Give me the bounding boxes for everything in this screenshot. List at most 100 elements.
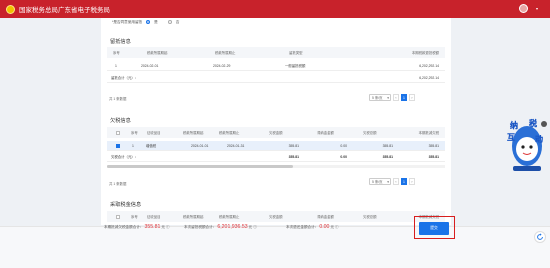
credit-total-label: 留抵合计（元）： — [111, 76, 139, 80]
use-credit-radio-group: *是否同意使用留抵 是 否 — [112, 18, 179, 26]
summary-refund-unit: 元 — [330, 225, 335, 229]
section-arrears-title: 欠税信息 — [110, 118, 131, 124]
user-avatar[interactable] — [518, 4, 528, 13]
arrears-total-label: 欠税合计（元）： — [111, 155, 139, 159]
refresh-icon[interactable] — [534, 231, 546, 243]
tax-table-header: 序号 征收品目 税款所属期起 税款所属期止 欠税金额 滞纳金金额 欠税总额 本期… — [107, 211, 445, 222]
page-size-value: 5 条/页 — [372, 180, 383, 184]
close-icon[interactable] — [541, 121, 547, 127]
cell-start: 2024-01-01 — [191, 143, 209, 148]
chevron-down-icon[interactable]: ▾ — [536, 6, 538, 11]
credit-total-amount: 6,202,292.14 — [419, 75, 439, 80]
page-1-button[interactable]: 1 — [401, 94, 407, 101]
radio-no[interactable] — [167, 20, 172, 24]
prev-page-button[interactable]: ‹ — [393, 178, 399, 185]
arrears-table-header: 序号 征收品目 税款所属期起 税款所属期止 欠税金额 滞纳金金额 欠税总额 本期… — [107, 127, 445, 138]
summary-credit-value: 6,201,936.53 — [217, 224, 248, 230]
info-icon[interactable]: ⓘ — [166, 225, 170, 230]
col-end: 税款所属期止 — [215, 51, 236, 55]
arrears-total-offset: 355.81 — [428, 154, 439, 159]
svg-text:互: 互 — [507, 133, 515, 142]
table-row: 1 2024-02-01 2024-02-29 一般留抵税额 6,202,292… — [107, 61, 445, 71]
credit-count-text: 共 1 条数据 — [109, 97, 127, 101]
cell-amount: 6,202,292.14 — [419, 63, 439, 68]
top-header-bar: 国家税务总局广东省电子税务局 ▾ — [0, 0, 550, 18]
col-offset: 本期抵减欠税 — [418, 131, 439, 135]
arrears-count-text: 共 1 条数据 — [109, 182, 127, 186]
summary-offset-label: 本期抵减欠税金额合计： — [104, 225, 144, 229]
col-late-fee: 滞纳金金额 — [317, 215, 334, 219]
select-all-checkbox[interactable] — [116, 130, 120, 135]
summary-offset: 本期抵减欠税金额合计： 355.81 元 ⓘ — [104, 224, 170, 230]
svg-text:税: 税 — [529, 118, 537, 128]
tax-emblem-logo — [6, 4, 15, 14]
col-start: 税款所属期起 — [147, 51, 168, 55]
scrollbar-thumb[interactable] — [107, 165, 293, 168]
page-1-button[interactable]: 1 — [401, 178, 407, 185]
summary-offset-unit: 元 — [161, 225, 165, 229]
next-page-button[interactable]: › — [409, 178, 415, 185]
info-icon[interactable]: ⓘ — [253, 225, 257, 230]
cell-tax: 355.81 — [288, 143, 299, 148]
page-size-value: 5 条/页 — [372, 96, 383, 100]
arrears-total-total: 355.81 — [382, 154, 393, 159]
cell-index: 1 — [132, 143, 134, 148]
summary-refund-label: 本次退还金额合计： — [286, 225, 319, 229]
svg-text:纳: 纳 — [510, 120, 518, 130]
col-item: 征收品目 — [147, 131, 161, 135]
summary-credit-label: 本次留抵税额合计： — [184, 225, 217, 229]
cell-late-fee: 0.00 — [340, 143, 347, 148]
col-index: 序号 — [131, 215, 138, 219]
col-end: 税款所属期止 — [219, 131, 240, 135]
credit-total-row: 留抵合计（元）： 6,202,292.14 — [107, 73, 445, 83]
table-row[interactable]: 1 增值税 2024-01-01 2024-01-31 355.81 0.00 … — [107, 141, 445, 151]
page-size-select[interactable]: 5 条/页 ▾ — [369, 178, 391, 185]
summary-refund: 本次退还金额合计： 0.00 元 ⓘ — [286, 224, 339, 230]
cell-type: 一般留抵税额 — [285, 64, 306, 68]
row-checkbox[interactable] — [116, 144, 120, 148]
highlight-box — [414, 216, 455, 239]
credit-table-header: 序号 税款所属期起 税款所属期止 留抵类型 本期税款退抵税额 — [107, 47, 445, 58]
summary-credit-unit: 元 — [248, 225, 253, 229]
chevron-down-icon: ▾ — [387, 95, 389, 100]
col-late-fee: 滞纳金金额 — [317, 131, 334, 135]
col-start: 税款所属期起 — [183, 131, 204, 135]
arrears-total-tax: 355.81 — [288, 154, 299, 159]
credit-pagination: 5 条/页 ▾ ‹ 1 › — [369, 94, 415, 101]
cell-end: 2024-01-31 — [227, 143, 245, 148]
col-start: 税款所属期起 — [183, 215, 204, 219]
main-panel: *是否同意使用留抵 是 否 留抵信息 序号 税款所属期起 税款所属期止 留抵类型… — [101, 18, 451, 225]
page-size-select[interactable]: 5 条/页 ▾ — [369, 94, 391, 101]
prev-page-button[interactable]: ‹ — [393, 94, 399, 101]
col-tax: 欠税金额 — [269, 131, 283, 135]
cell-item: 增值税 — [146, 144, 157, 148]
arrears-total-late-fee: 0.00 — [340, 154, 347, 159]
bottom-summary-bar — [0, 226, 550, 268]
radio-no-label[interactable]: 否 — [176, 20, 180, 25]
summary-credit: 本次留抵税额合计： 6,201,936.53 元 ⓘ — [184, 224, 257, 230]
assistant-mascot-icon[interactable]: 纳 税 互 动 — [505, 116, 545, 172]
col-index: 序号 — [113, 51, 120, 55]
svg-text:动: 动 — [535, 134, 543, 144]
col-end: 税款所属期止 — [219, 215, 240, 219]
site-title: 国家税务总局广东省电子税务局 — [19, 7, 110, 14]
next-page-button[interactable]: › — [409, 94, 415, 101]
arrears-pagination: 5 条/页 ▾ ‹ 1 › — [369, 178, 415, 185]
user-area[interactable]: ▾ — [518, 4, 538, 13]
summary-refund-value: 0.00 — [319, 224, 330, 230]
col-total: 欠税总额 — [363, 215, 377, 219]
cell-start: 2024-02-01 — [141, 63, 159, 68]
cell-end: 2024-02-29 — [213, 63, 231, 68]
col-total: 欠税总额 — [363, 131, 377, 135]
select-all-checkbox[interactable] — [116, 214, 120, 219]
col-index: 序号 — [131, 131, 138, 135]
radio-question-label: *是否同意使用留抵 — [112, 19, 143, 24]
chevron-down-icon: ▾ — [387, 179, 389, 184]
radio-yes[interactable] — [146, 20, 151, 24]
arrears-total-row: 欠税合计（元）： 355.81 0.00 355.81 355.81 — [107, 152, 445, 162]
cell-offset: 355.81 — [428, 143, 439, 148]
col-item: 征收品目 — [147, 215, 161, 219]
info-icon[interactable]: ⓘ — [335, 225, 339, 230]
col-amount: 本期税款退抵税额 — [411, 51, 439, 55]
radio-yes-label[interactable]: 是 — [154, 20, 158, 25]
